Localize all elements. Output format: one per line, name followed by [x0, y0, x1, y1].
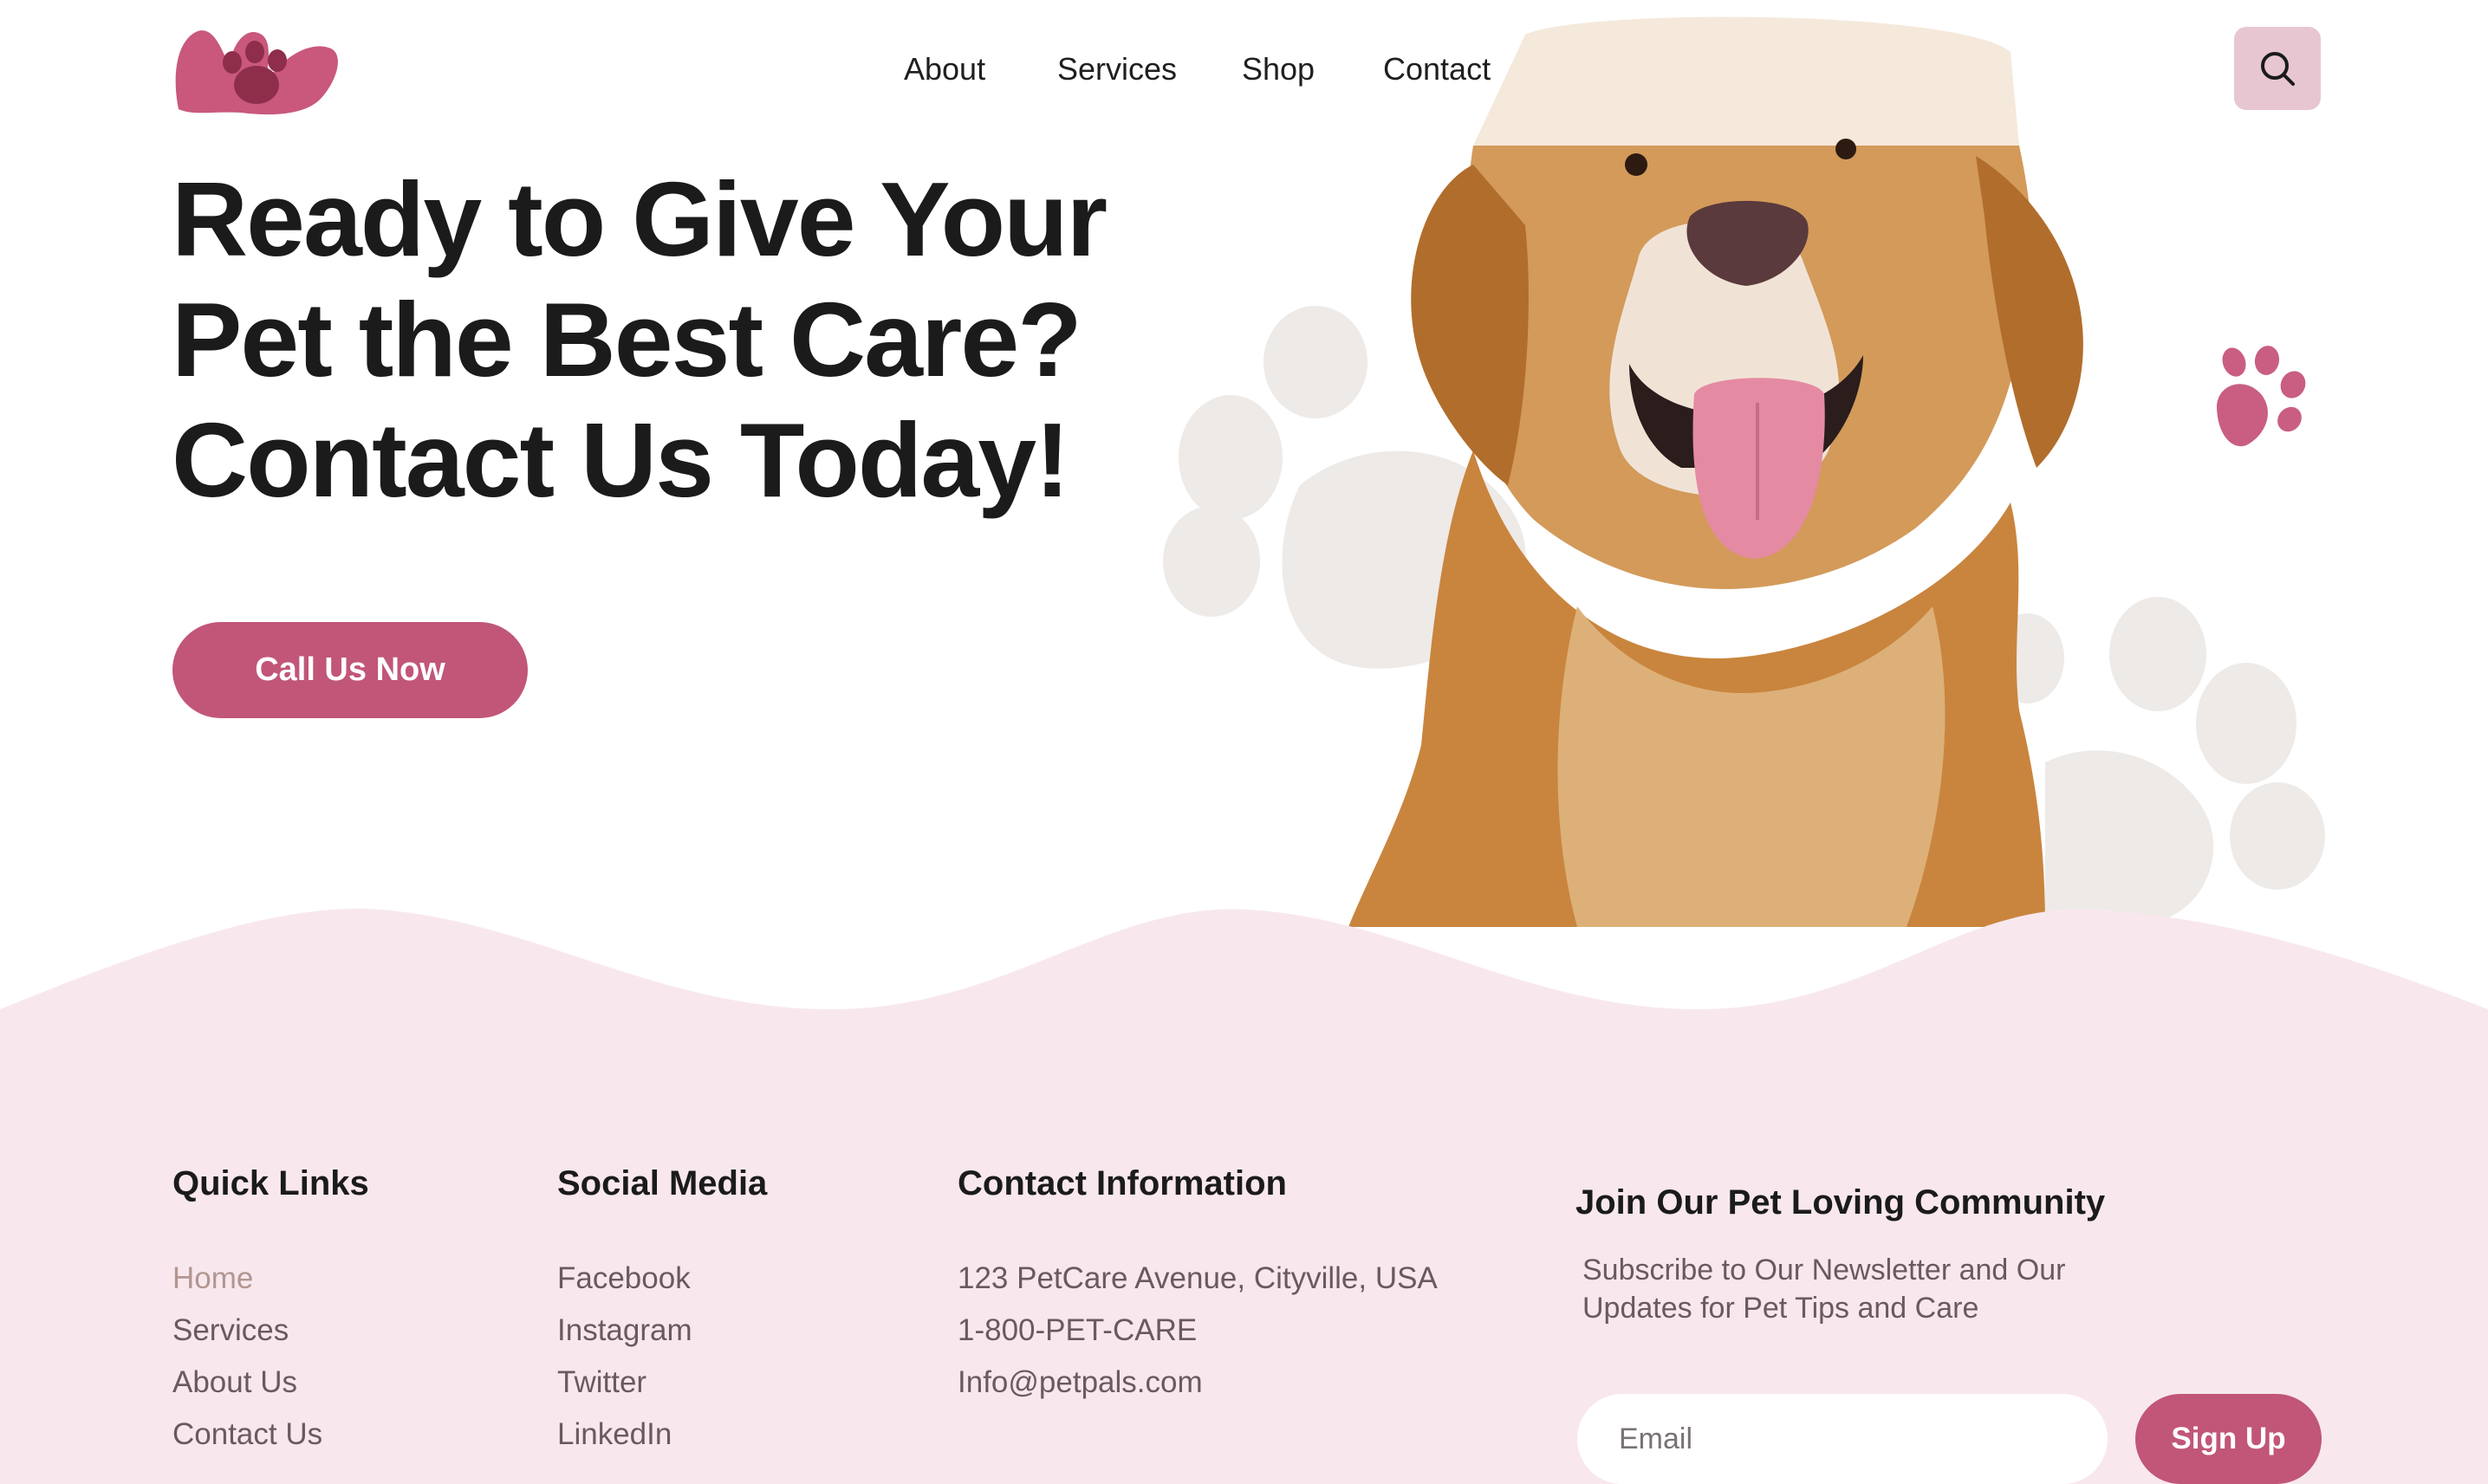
newsletter-heading: Join Our Pet Loving Community — [1575, 1183, 2106, 1222]
paw-icon — [2217, 346, 2306, 447]
nav-services[interactable]: Services — [1057, 49, 1177, 90]
nav-about[interactable]: About — [904, 49, 985, 90]
quick-link-home[interactable]: Home — [172, 1253, 369, 1305]
hero-title: Ready to Give Your Pet the Best Care? Co… — [172, 159, 1263, 521]
hero-title-line: Ready to Give Your — [172, 160, 1108, 278]
social-link-linkedin[interactable]: LinkedIn — [557, 1409, 767, 1461]
contact-information-section: Contact Information 123 PetCare Avenue, … — [958, 1159, 1438, 1409]
contact-phone: 1-800-PET-CARE — [958, 1313, 1198, 1347]
contact-address: 123 PetCare Avenue, Cityville, USA — [958, 1261, 1438, 1295]
quick-links-heading: Quick Links — [172, 1164, 369, 1202]
contact-information-list: 123 PetCare Avenue, Cityville, USA 1-800… — [958, 1253, 1438, 1409]
quick-link-services[interactable]: Services — [172, 1305, 369, 1357]
newsletter-section: Join Our Pet Loving Community Subscribe … — [1575, 1178, 2321, 1327]
newsletter-description: Subscribe to Our Newsletter and Our Upda… — [1582, 1254, 2066, 1325]
email-input[interactable] — [1577, 1394, 2108, 1484]
call-us-now-button[interactable]: Call Us Now — [172, 622, 528, 718]
nav-contact[interactable]: Contact — [1383, 49, 1491, 90]
social-media-heading: Social Media — [557, 1164, 768, 1202]
search-icon — [2261, 52, 2295, 86]
search-button[interactable] — [2234, 27, 2321, 110]
quick-links-section: Quick Links Home Services About Us Conta… — [172, 1159, 369, 1461]
quick-link-contact-us[interactable]: Contact Us — [172, 1409, 369, 1461]
sign-up-button[interactable]: Sign Up — [2135, 1394, 2322, 1484]
social-media-list: Facebook Instagram Twitter LinkedIn — [557, 1253, 767, 1461]
quick-link-about-us[interactable]: About Us — [172, 1357, 369, 1409]
contact-email: Info@petpals.com — [958, 1365, 1203, 1399]
hero-title-line: Contact Us Today! — [172, 401, 1070, 519]
social-link-facebook[interactable]: Facebook — [557, 1253, 767, 1305]
hero-title-line: Pet the Best Care? — [172, 281, 1082, 399]
quick-links-list: Home Services About Us Contact Us — [172, 1253, 369, 1461]
social-link-twitter[interactable]: Twitter — [557, 1357, 767, 1409]
contact-information-heading: Contact Information — [958, 1164, 1287, 1202]
social-link-instagram[interactable]: Instagram — [557, 1305, 767, 1357]
social-media-section: Social Media Facebook Instagram Twitter … — [557, 1159, 767, 1461]
nav-shop[interactable]: Shop — [1242, 49, 1315, 90]
paw-logo[interactable] — [172, 23, 345, 116]
